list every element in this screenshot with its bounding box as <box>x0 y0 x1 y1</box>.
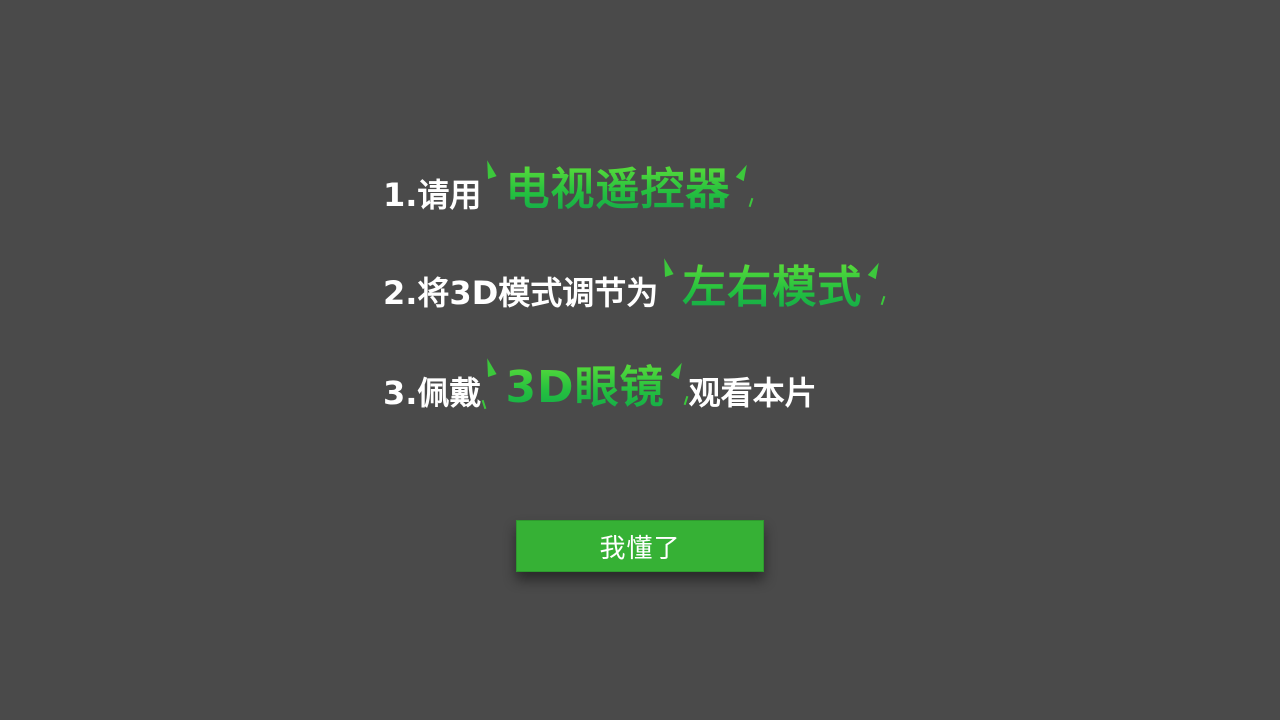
step-1-highlight: 电视遥控器 <box>505 164 731 215</box>
sparkle-left-small-icon <box>482 399 487 410</box>
sparkle-left-icon <box>482 357 497 377</box>
sparkle-right-small-icon <box>880 295 886 306</box>
step-1-highlight-group: 电视遥控器 <box>482 159 754 229</box>
sparkle-right-small-icon <box>749 197 754 208</box>
step-2-highlight-group: 左右模式 <box>659 257 886 327</box>
step-3-suffix: 观看本片 <box>688 373 817 412</box>
instruction-step-2: 2.将3D模式调节为 左右模式 <box>383 257 886 327</box>
step-2-prefix: 2.将3D模式调节为 <box>383 273 659 312</box>
instruction-step-1: 1.请用 电视遥控器 <box>383 159 754 229</box>
instruction-step-3: 3.佩戴 3D眼镜 观看本片 <box>383 357 817 427</box>
sparkle-right-icon <box>670 360 686 380</box>
step-3-highlight-group: 3D眼镜 <box>482 357 688 427</box>
sparkle-left-icon <box>659 257 674 277</box>
step-3-prefix: 3.佩戴 <box>383 373 482 412</box>
step-3-highlight: 3D眼镜 <box>505 362 665 413</box>
sparkle-left-icon <box>482 159 497 179</box>
step-1-prefix: 1.请用 <box>383 175 482 214</box>
sparkle-right-icon <box>868 260 884 280</box>
step-2-highlight: 左右模式 <box>682 262 863 313</box>
sparkle-right-icon <box>736 162 752 182</box>
sparkle-right-small-icon <box>683 395 688 406</box>
got-it-button-label: 我懂了 <box>599 533 681 564</box>
got-it-button[interactable]: 我懂了 <box>516 520 764 572</box>
